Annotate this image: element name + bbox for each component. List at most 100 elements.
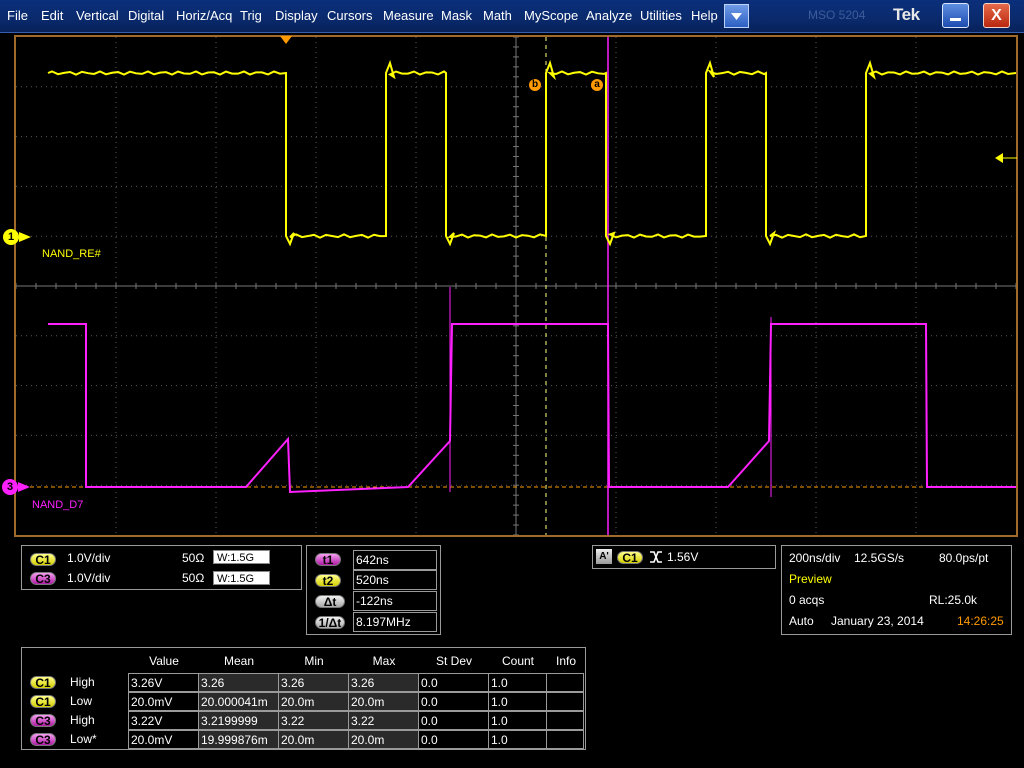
header-max: Max [372, 654, 396, 668]
acquisition-panel[interactable]: 200ns/div 12.5GS/s 80.0ps/pt Preview 0 a… [781, 545, 1012, 635]
menu-file[interactable]: File [7, 8, 28, 23]
ch3-name-label: NAND_D7 [32, 499, 84, 511]
cell-info [546, 711, 584, 730]
menu-display[interactable]: Display [275, 8, 318, 23]
cursor-readout-panel[interactable]: t1 642ns t2 520ns Δt -122ns 1/Δt 8.197MH… [306, 545, 441, 635]
menu-trig[interactable]: Trig [240, 8, 262, 23]
cell-min: 20.0m [278, 692, 349, 711]
c1-impedance: 50Ω [182, 551, 205, 565]
acq-date: January 23, 2014 [831, 614, 924, 628]
cursor-b-marker[interactable]: b [529, 79, 541, 91]
menu-help[interactable]: Help [691, 8, 718, 23]
cell-min: 20.0m [278, 730, 349, 749]
menu-analyze[interactable]: Analyze [586, 8, 632, 23]
menu-edit[interactable]: Edit [41, 8, 63, 23]
header-info: Info [555, 654, 576, 668]
t2-pill[interactable]: t2 [315, 574, 341, 588]
menu-digital[interactable]: Digital [128, 8, 164, 23]
c3-impedance: 50Ω [182, 571, 205, 585]
ch1-ground-marker[interactable]: 1 [3, 229, 19, 245]
c3-bw-prefix: W [217, 573, 228, 585]
close-button[interactable]: X [983, 3, 1010, 28]
cell-max: 20.0m [348, 692, 419, 711]
row-source-pill: C3 [30, 733, 56, 747]
t1-value: 642ns [353, 550, 437, 570]
cell-stdev: 0.0 [418, 673, 489, 692]
header-stdev: St Dev [435, 654, 472, 668]
c3-scale: 1.0V/div [67, 571, 111, 585]
graticule-grid [16, 37, 1016, 535]
acq-state: Preview [789, 572, 832, 586]
menu-horiz-acq[interactable]: Horiz/Acq [176, 8, 232, 23]
ch3-arrow-icon [18, 482, 30, 492]
header-value: Value [149, 654, 179, 668]
cell-stdev: 0.0 [418, 730, 489, 749]
row-source-pill: C3 [30, 714, 56, 728]
c1-bandwidth: W:1.5G [213, 550, 270, 564]
record-length: RL:25.0k [929, 593, 978, 607]
c3-bw-value: :1.5G [227, 573, 255, 585]
menu-dropdown-button[interactable] [724, 4, 749, 28]
ch3-waveform [48, 323, 1016, 494]
c1-pill[interactable]: C1 [30, 553, 56, 567]
cell-max: 3.22 [348, 711, 419, 730]
trigger-source-pill: C1 [617, 551, 643, 565]
c1-bw-value: :1.5G [227, 552, 255, 564]
cell-info [546, 730, 584, 749]
minimize-button[interactable] [942, 3, 969, 28]
c1-bw-prefix: W [217, 552, 228, 564]
ch1-arrow-icon [19, 232, 31, 242]
cell-stdev: 0.0 [418, 692, 489, 711]
menu-cursors[interactable]: Cursors [327, 8, 373, 23]
cursor-a-marker[interactable]: a [591, 79, 603, 91]
cell-min: 3.22 [278, 711, 349, 730]
menu-utilities[interactable]: Utilities [640, 8, 682, 23]
inverse-delta-t-pill[interactable]: 1/Δt [315, 616, 345, 630]
delta-t-pill[interactable]: Δt [315, 595, 345, 609]
trigger-mode: Auto [789, 614, 814, 628]
trigger-position-icon [280, 36, 292, 44]
channel-settings-panel[interactable]: C1 1.0V/div 50Ω W:1.5G C3 1.0V/div 50Ω W… [21, 545, 302, 590]
menu-math[interactable]: Math [483, 8, 512, 23]
t1-pill[interactable]: t1 [315, 553, 341, 567]
trigger-panel[interactable]: A' C1 1.56V [592, 545, 776, 569]
menu-vertical[interactable]: Vertical [76, 8, 119, 23]
header-min: Min [304, 654, 324, 668]
cell-info [546, 673, 584, 692]
cell-mean: 19.999876m [198, 730, 279, 749]
triangle-down-icon [731, 13, 742, 20]
measurement-table[interactable]: Value Mean Min Max St Dev Count Info C1 … [21, 647, 586, 750]
row-label: Low [70, 694, 93, 708]
trigger-level: 1.56V [667, 550, 699, 564]
ch3-ground-marker[interactable]: 3 [2, 479, 18, 495]
cell-value: 3.26V [128, 673, 199, 692]
sample-rate: 12.5GS/s [854, 551, 905, 565]
cell-value: 20.0mV [128, 730, 199, 749]
measurement-row-c1-low[interactable]: C1 Low 20.0mV 20.000041m 20.0m 20.0m 0.0… [22, 692, 585, 711]
measurement-row-c1-high[interactable]: C1 High 3.26V 3.26 3.26 3.26 0.0 1.0 [22, 673, 585, 692]
cell-min: 3.26 [278, 673, 349, 692]
menu-measure[interactable]: Measure [383, 8, 434, 23]
cell-max: 20.0m [348, 730, 419, 749]
row-source-pill: C1 [30, 695, 56, 709]
cell-mean: 3.26 [198, 673, 279, 692]
c3-bandwidth: W:1.5G [213, 571, 270, 585]
measurement-row-c3-high[interactable]: C3 High 3.22V 3.2199999 3.22 3.22 0.0 1.… [22, 711, 585, 730]
waveform-display[interactable] [14, 35, 1018, 537]
menu-mask[interactable]: Mask [441, 8, 472, 23]
cell-info [546, 692, 584, 711]
acq-count: 0 acqs [789, 593, 825, 607]
row-label: Low* [70, 732, 97, 746]
row-source-pill: C1 [30, 676, 56, 690]
ch1-name-label: NAND_RE# [42, 248, 101, 260]
cell-count: 1.0 [488, 673, 547, 692]
inverse-delta-t-value: 8.197MHz [353, 612, 437, 632]
model-label: MSO 5204 [808, 8, 866, 22]
c3-pill[interactable]: C3 [30, 572, 56, 586]
measurement-row-c3-low[interactable]: C3 Low* 20.0mV 19.999876m 20.0m 20.0m 0.… [22, 730, 585, 749]
minimize-icon [950, 18, 961, 21]
menu-myscope[interactable]: MyScope [524, 8, 578, 23]
trigger-mode-badge: A' [596, 549, 612, 564]
cell-value: 20.0mV [128, 692, 199, 711]
cell-stdev: 0.0 [418, 711, 489, 730]
